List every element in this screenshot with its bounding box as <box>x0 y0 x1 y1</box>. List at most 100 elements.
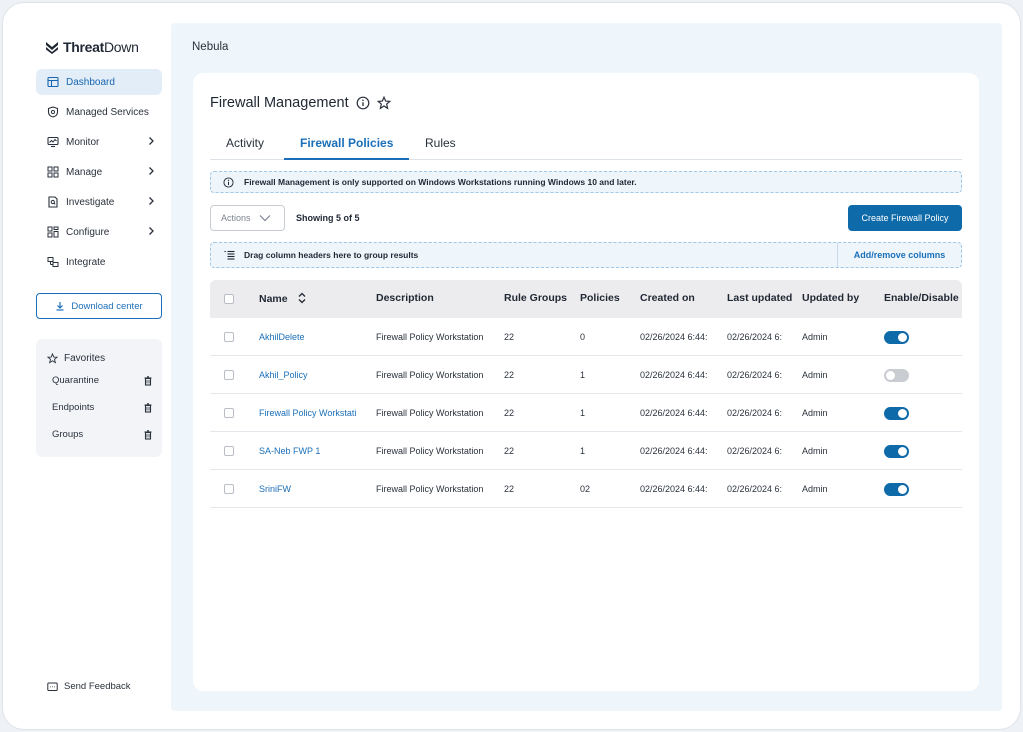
enable-toggle[interactable] <box>884 407 909 420</box>
list-icon <box>224 250 235 260</box>
sidebar-item-label: Managed Services <box>66 106 149 118</box>
chevron-right-icon <box>149 167 154 175</box>
sidebar-nav: Dashboard Managed Services Monitor Manag… <box>36 69 162 279</box>
column-header-last-updated[interactable]: Last updated <box>727 292 792 304</box>
favorite-item-endpoints[interactable]: Endpoints <box>36 394 162 421</box>
dashboard-icon <box>47 76 59 88</box>
trash-icon[interactable] <box>143 429 153 440</box>
policy-name-link[interactable]: SA-Neb FWP 1 <box>259 446 369 456</box>
sidebar-item-monitor[interactable]: Monitor <box>36 129 162 155</box>
grid-icon <box>47 166 59 178</box>
policy-name-link[interactable]: SriniFW <box>259 484 369 494</box>
table-row[interactable]: AkhilDelete Firewall Policy Workstation … <box>210 318 962 356</box>
favorite-item-groups[interactable]: Groups <box>36 421 162 448</box>
column-header-updated-by[interactable]: Updated by <box>802 292 859 304</box>
policy-last-updated: 02/26/2024 6: <box>727 484 783 494</box>
chevron-right-icon <box>149 197 154 205</box>
logo-text-light: Down <box>104 39 139 55</box>
policies-table: Name Description Rule Groups Policies Cr… <box>210 280 962 508</box>
row-checkbox[interactable] <box>224 408 234 418</box>
column-header-policies[interactable]: Policies <box>580 292 620 304</box>
sidebar-item-label: Integrate <box>66 256 106 268</box>
policy-updated-by: Admin <box>802 484 828 494</box>
policy-policies: 1 <box>580 370 586 380</box>
info-icon[interactable] <box>356 96 370 110</box>
sidebar-item-configure[interactable]: Configure <box>36 219 162 245</box>
breadcrumb[interactable]: Nebula <box>192 41 228 53</box>
app-window: ThreatDown Dashboard Managed Services Mo… <box>2 2 1021 730</box>
actions-label: Actions <box>221 213 251 223</box>
download-center-button[interactable]: Download center <box>36 293 162 319</box>
info-banner: Firewall Management is only supported on… <box>210 171 962 193</box>
column-header-enable-disable[interactable]: Enable/Disable <box>884 292 959 304</box>
trash-icon[interactable] <box>143 402 153 413</box>
content-card: Firewall Management Activity Firewall Po… <box>193 73 979 691</box>
sidebar-item-label: Configure <box>66 226 110 238</box>
favorites-header: Favorites <box>36 349 162 367</box>
column-header-rule-groups[interactable]: Rule Groups <box>504 292 567 304</box>
favorite-item-quarantine[interactable]: Quarantine <box>36 367 162 394</box>
column-header-created-on[interactable]: Created on <box>640 292 695 304</box>
column-header-description[interactable]: Description <box>376 292 434 304</box>
row-checkbox[interactable] <box>224 370 234 380</box>
select-all-checkbox[interactable] <box>224 294 234 304</box>
column-header-name[interactable]: Name <box>259 292 307 305</box>
policy-last-updated: 02/26/2024 6: <box>727 408 783 418</box>
tab-rules[interactable]: Rules <box>425 136 456 160</box>
policy-name-link[interactable]: Firewall Policy Workstati <box>259 408 369 418</box>
policy-policies: 1 <box>580 446 586 456</box>
policy-policies: 02 <box>580 484 591 494</box>
policy-description: Firewall Policy Workstation <box>376 370 484 380</box>
document-search-icon <box>47 196 59 208</box>
sort-icon[interactable] <box>297 292 307 304</box>
send-feedback-link[interactable]: Send Feedback <box>47 681 131 692</box>
sidebar-item-integrate[interactable]: Integrate <box>36 249 162 275</box>
table-header: Name Description Rule Groups Policies Cr… <box>210 280 962 318</box>
actions-dropdown[interactable]: Actions <box>210 205 285 231</box>
threatdown-logo[interactable]: ThreatDown <box>45 39 139 55</box>
chevron-right-icon <box>149 137 154 145</box>
policy-description: Firewall Policy Workstation <box>376 446 484 456</box>
tab-firewall-policies[interactable]: Firewall Policies <box>284 136 410 160</box>
policy-rule-groups: 22 <box>504 408 515 418</box>
trash-icon[interactable] <box>143 375 153 386</box>
table-row[interactable]: Akhil_Policy Firewall Policy Workstation… <box>210 356 962 394</box>
showing-count: Showing 5 of 5 <box>296 213 360 223</box>
group-by-bar[interactable]: Drag column headers here to group result… <box>210 242 962 268</box>
main-area: Nebula Firewall Management Activity Fire… <box>171 23 1002 711</box>
favorite-star-icon[interactable] <box>376 96 391 110</box>
enable-toggle[interactable] <box>884 369 909 382</box>
sidebar-item-dashboard[interactable]: Dashboard <box>36 69 162 95</box>
row-checkbox[interactable] <box>224 484 234 494</box>
table-toolbar: Actions Showing 5 of 5 Create Firewall P… <box>210 205 962 231</box>
download-icon <box>56 302 64 311</box>
policy-description: Firewall Policy Workstation <box>376 408 484 418</box>
sidebar-item-label: Manage <box>66 166 103 178</box>
row-checkbox[interactable] <box>224 446 234 456</box>
chevron-right-icon <box>149 227 154 235</box>
table-row[interactable]: SriniFW Firewall Policy Workstation 22 0… <box>210 470 962 508</box>
create-firewall-policy-button[interactable]: Create Firewall Policy <box>848 205 962 231</box>
integrate-icon <box>47 256 59 268</box>
page-title-row: Firewall Management <box>210 95 391 111</box>
policy-name-link[interactable]: AkhilDelete <box>259 332 369 342</box>
add-remove-columns-button[interactable]: Add/remove columns <box>837 243 961 267</box>
table-row[interactable]: Firewall Policy Workstati Firewall Polic… <box>210 394 962 432</box>
sidebar: ThreatDown Dashboard Managed Services Mo… <box>3 3 171 729</box>
policy-created-on: 02/26/2024 6:44: <box>640 484 708 494</box>
sidebar-item-label: Investigate <box>66 196 115 208</box>
group-hint-text: Drag column headers here to group result… <box>244 250 419 260</box>
sidebar-item-managed-services[interactable]: Managed Services <box>36 99 162 125</box>
sidebar-item-manage[interactable]: Manage <box>36 159 162 185</box>
enable-toggle[interactable] <box>884 445 909 458</box>
row-checkbox[interactable] <box>224 332 234 342</box>
table-row[interactable]: SA-Neb FWP 1 Firewall Policy Workstation… <box>210 432 962 470</box>
favorite-label: Endpoints <box>52 402 95 413</box>
sidebar-item-investigate[interactable]: Investigate <box>36 189 162 215</box>
policy-name-link[interactable]: Akhil_Policy <box>259 370 369 380</box>
policy-created-on: 02/26/2024 6:44: <box>640 332 708 342</box>
enable-toggle[interactable] <box>884 483 909 496</box>
sidebar-item-label: Dashboard <box>66 76 115 88</box>
tab-activity[interactable]: Activity <box>226 136 264 160</box>
enable-toggle[interactable] <box>884 331 909 344</box>
